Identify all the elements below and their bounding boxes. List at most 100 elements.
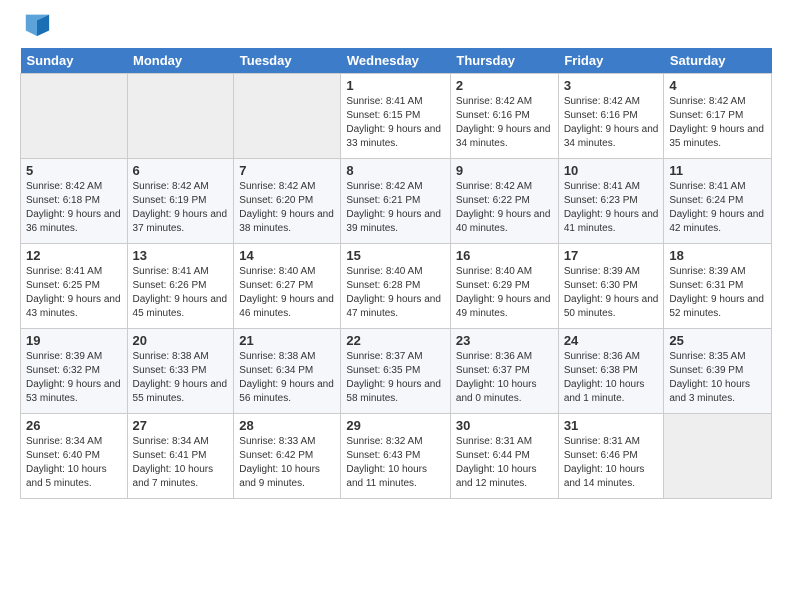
day-number: 16	[456, 248, 553, 263]
cell-content: Sunrise: 8:41 AM Sunset: 6:24 PM Dayligh…	[669, 180, 766, 236]
weekday-header-tuesday: Tuesday	[234, 48, 341, 74]
cell-content: Sunrise: 8:34 AM Sunset: 6:41 PM Dayligh…	[133, 435, 229, 491]
day-number: 24	[564, 333, 659, 348]
day-number: 21	[239, 333, 335, 348]
cell-content: Sunrise: 8:42 AM Sunset: 6:16 PM Dayligh…	[564, 95, 659, 151]
cell-content: Sunrise: 8:38 AM Sunset: 6:34 PM Dayligh…	[239, 350, 335, 406]
calendar-cell: 19 Sunrise: 8:39 AM Sunset: 6:32 PM Dayl…	[21, 328, 128, 413]
cell-content: Sunrise: 8:37 AM Sunset: 6:35 PM Dayligh…	[346, 350, 445, 406]
cell-content: Sunrise: 8:35 AM Sunset: 6:39 PM Dayligh…	[669, 350, 766, 406]
calendar-cell	[21, 73, 128, 158]
day-number: 19	[26, 333, 122, 348]
cell-content: Sunrise: 8:42 AM Sunset: 6:20 PM Dayligh…	[239, 180, 335, 236]
cell-content: Sunrise: 8:39 AM Sunset: 6:31 PM Dayligh…	[669, 265, 766, 321]
calendar-cell: 4 Sunrise: 8:42 AM Sunset: 6:17 PM Dayli…	[664, 73, 772, 158]
calendar-cell: 16 Sunrise: 8:40 AM Sunset: 6:29 PM Dayl…	[450, 243, 558, 328]
cell-content: Sunrise: 8:42 AM Sunset: 6:21 PM Dayligh…	[346, 180, 445, 236]
cell-content: Sunrise: 8:40 AM Sunset: 6:28 PM Dayligh…	[346, 265, 445, 321]
weekday-header-saturday: Saturday	[664, 48, 772, 74]
day-number: 20	[133, 333, 229, 348]
day-number: 13	[133, 248, 229, 263]
cell-content: Sunrise: 8:42 AM Sunset: 6:17 PM Dayligh…	[669, 95, 766, 151]
cell-content: Sunrise: 8:41 AM Sunset: 6:25 PM Dayligh…	[26, 265, 122, 321]
day-number: 17	[564, 248, 659, 263]
day-number: 1	[346, 78, 445, 93]
day-number: 8	[346, 163, 445, 178]
day-number: 23	[456, 333, 553, 348]
day-number: 27	[133, 418, 229, 433]
weekday-header-sunday: Sunday	[21, 48, 128, 74]
calendar-cell: 17 Sunrise: 8:39 AM Sunset: 6:30 PM Dayl…	[558, 243, 664, 328]
calendar-cell: 6 Sunrise: 8:42 AM Sunset: 6:19 PM Dayli…	[127, 158, 234, 243]
calendar-cell: 1 Sunrise: 8:41 AM Sunset: 6:15 PM Dayli…	[341, 73, 451, 158]
calendar-cell: 12 Sunrise: 8:41 AM Sunset: 6:25 PM Dayl…	[21, 243, 128, 328]
cell-content: Sunrise: 8:40 AM Sunset: 6:27 PM Dayligh…	[239, 265, 335, 321]
calendar-cell	[664, 413, 772, 498]
day-number: 18	[669, 248, 766, 263]
day-number: 10	[564, 163, 659, 178]
cell-content: Sunrise: 8:41 AM Sunset: 6:23 PM Dayligh…	[564, 180, 659, 236]
calendar-cell: 22 Sunrise: 8:37 AM Sunset: 6:35 PM Dayl…	[341, 328, 451, 413]
day-number: 22	[346, 333, 445, 348]
day-number: 14	[239, 248, 335, 263]
calendar-cell: 21 Sunrise: 8:38 AM Sunset: 6:34 PM Dayl…	[234, 328, 341, 413]
cell-content: Sunrise: 8:36 AM Sunset: 6:37 PM Dayligh…	[456, 350, 553, 406]
cell-content: Sunrise: 8:42 AM Sunset: 6:19 PM Dayligh…	[133, 180, 229, 236]
day-number: 9	[456, 163, 553, 178]
calendar-cell	[127, 73, 234, 158]
cell-content: Sunrise: 8:42 AM Sunset: 6:22 PM Dayligh…	[456, 180, 553, 236]
calendar-cell: 27 Sunrise: 8:34 AM Sunset: 6:41 PM Dayl…	[127, 413, 234, 498]
day-number: 29	[346, 418, 445, 433]
cell-content: Sunrise: 8:33 AM Sunset: 6:42 PM Dayligh…	[239, 435, 335, 491]
calendar-cell: 2 Sunrise: 8:42 AM Sunset: 6:16 PM Dayli…	[450, 73, 558, 158]
cell-content: Sunrise: 8:41 AM Sunset: 6:15 PM Dayligh…	[346, 95, 445, 151]
calendar-cell: 25 Sunrise: 8:35 AM Sunset: 6:39 PM Dayl…	[664, 328, 772, 413]
calendar: SundayMondayTuesdayWednesdayThursdayFrid…	[20, 48, 772, 499]
cell-content: Sunrise: 8:38 AM Sunset: 6:33 PM Dayligh…	[133, 350, 229, 406]
calendar-cell: 9 Sunrise: 8:42 AM Sunset: 6:22 PM Dayli…	[450, 158, 558, 243]
calendar-cell: 23 Sunrise: 8:36 AM Sunset: 6:37 PM Dayl…	[450, 328, 558, 413]
day-number: 11	[669, 163, 766, 178]
cell-content: Sunrise: 8:36 AM Sunset: 6:38 PM Dayligh…	[564, 350, 659, 406]
cell-content: Sunrise: 8:39 AM Sunset: 6:32 PM Dayligh…	[26, 350, 122, 406]
calendar-cell: 10 Sunrise: 8:41 AM Sunset: 6:23 PM Dayl…	[558, 158, 664, 243]
calendar-cell: 26 Sunrise: 8:34 AM Sunset: 6:40 PM Dayl…	[21, 413, 128, 498]
weekday-header-monday: Monday	[127, 48, 234, 74]
cell-content: Sunrise: 8:31 AM Sunset: 6:46 PM Dayligh…	[564, 435, 659, 491]
calendar-cell: 18 Sunrise: 8:39 AM Sunset: 6:31 PM Dayl…	[664, 243, 772, 328]
cell-content: Sunrise: 8:42 AM Sunset: 6:16 PM Dayligh…	[456, 95, 553, 151]
day-number: 6	[133, 163, 229, 178]
day-number: 31	[564, 418, 659, 433]
cell-content: Sunrise: 8:39 AM Sunset: 6:30 PM Dayligh…	[564, 265, 659, 321]
cell-content: Sunrise: 8:41 AM Sunset: 6:26 PM Dayligh…	[133, 265, 229, 321]
calendar-cell: 24 Sunrise: 8:36 AM Sunset: 6:38 PM Dayl…	[558, 328, 664, 413]
calendar-cell: 15 Sunrise: 8:40 AM Sunset: 6:28 PM Dayl…	[341, 243, 451, 328]
calendar-cell: 29 Sunrise: 8:32 AM Sunset: 6:43 PM Dayl…	[341, 413, 451, 498]
calendar-cell: 30 Sunrise: 8:31 AM Sunset: 6:44 PM Dayl…	[450, 413, 558, 498]
cell-content: Sunrise: 8:40 AM Sunset: 6:29 PM Dayligh…	[456, 265, 553, 321]
day-number: 30	[456, 418, 553, 433]
weekday-header-friday: Friday	[558, 48, 664, 74]
cell-content: Sunrise: 8:34 AM Sunset: 6:40 PM Dayligh…	[26, 435, 122, 491]
header	[0, 0, 792, 48]
calendar-cell: 3 Sunrise: 8:42 AM Sunset: 6:16 PM Dayli…	[558, 73, 664, 158]
calendar-cell: 11 Sunrise: 8:41 AM Sunset: 6:24 PM Dayl…	[664, 158, 772, 243]
cell-content: Sunrise: 8:31 AM Sunset: 6:44 PM Dayligh…	[456, 435, 553, 491]
cell-content: Sunrise: 8:42 AM Sunset: 6:18 PM Dayligh…	[26, 180, 122, 236]
calendar-cell: 5 Sunrise: 8:42 AM Sunset: 6:18 PM Dayli…	[21, 158, 128, 243]
cell-content: Sunrise: 8:32 AM Sunset: 6:43 PM Dayligh…	[346, 435, 445, 491]
day-number: 2	[456, 78, 553, 93]
day-number: 3	[564, 78, 659, 93]
day-number: 5	[26, 163, 122, 178]
calendar-cell: 31 Sunrise: 8:31 AM Sunset: 6:46 PM Dayl…	[558, 413, 664, 498]
day-number: 12	[26, 248, 122, 263]
calendar-cell: 14 Sunrise: 8:40 AM Sunset: 6:27 PM Dayl…	[234, 243, 341, 328]
calendar-cell: 13 Sunrise: 8:41 AM Sunset: 6:26 PM Dayl…	[127, 243, 234, 328]
day-number: 7	[239, 163, 335, 178]
logo	[20, 10, 51, 43]
calendar-cell	[234, 73, 341, 158]
calendar-cell: 8 Sunrise: 8:42 AM Sunset: 6:21 PM Dayli…	[341, 158, 451, 243]
day-number: 28	[239, 418, 335, 433]
day-number: 26	[26, 418, 122, 433]
calendar-cell: 7 Sunrise: 8:42 AM Sunset: 6:20 PM Dayli…	[234, 158, 341, 243]
